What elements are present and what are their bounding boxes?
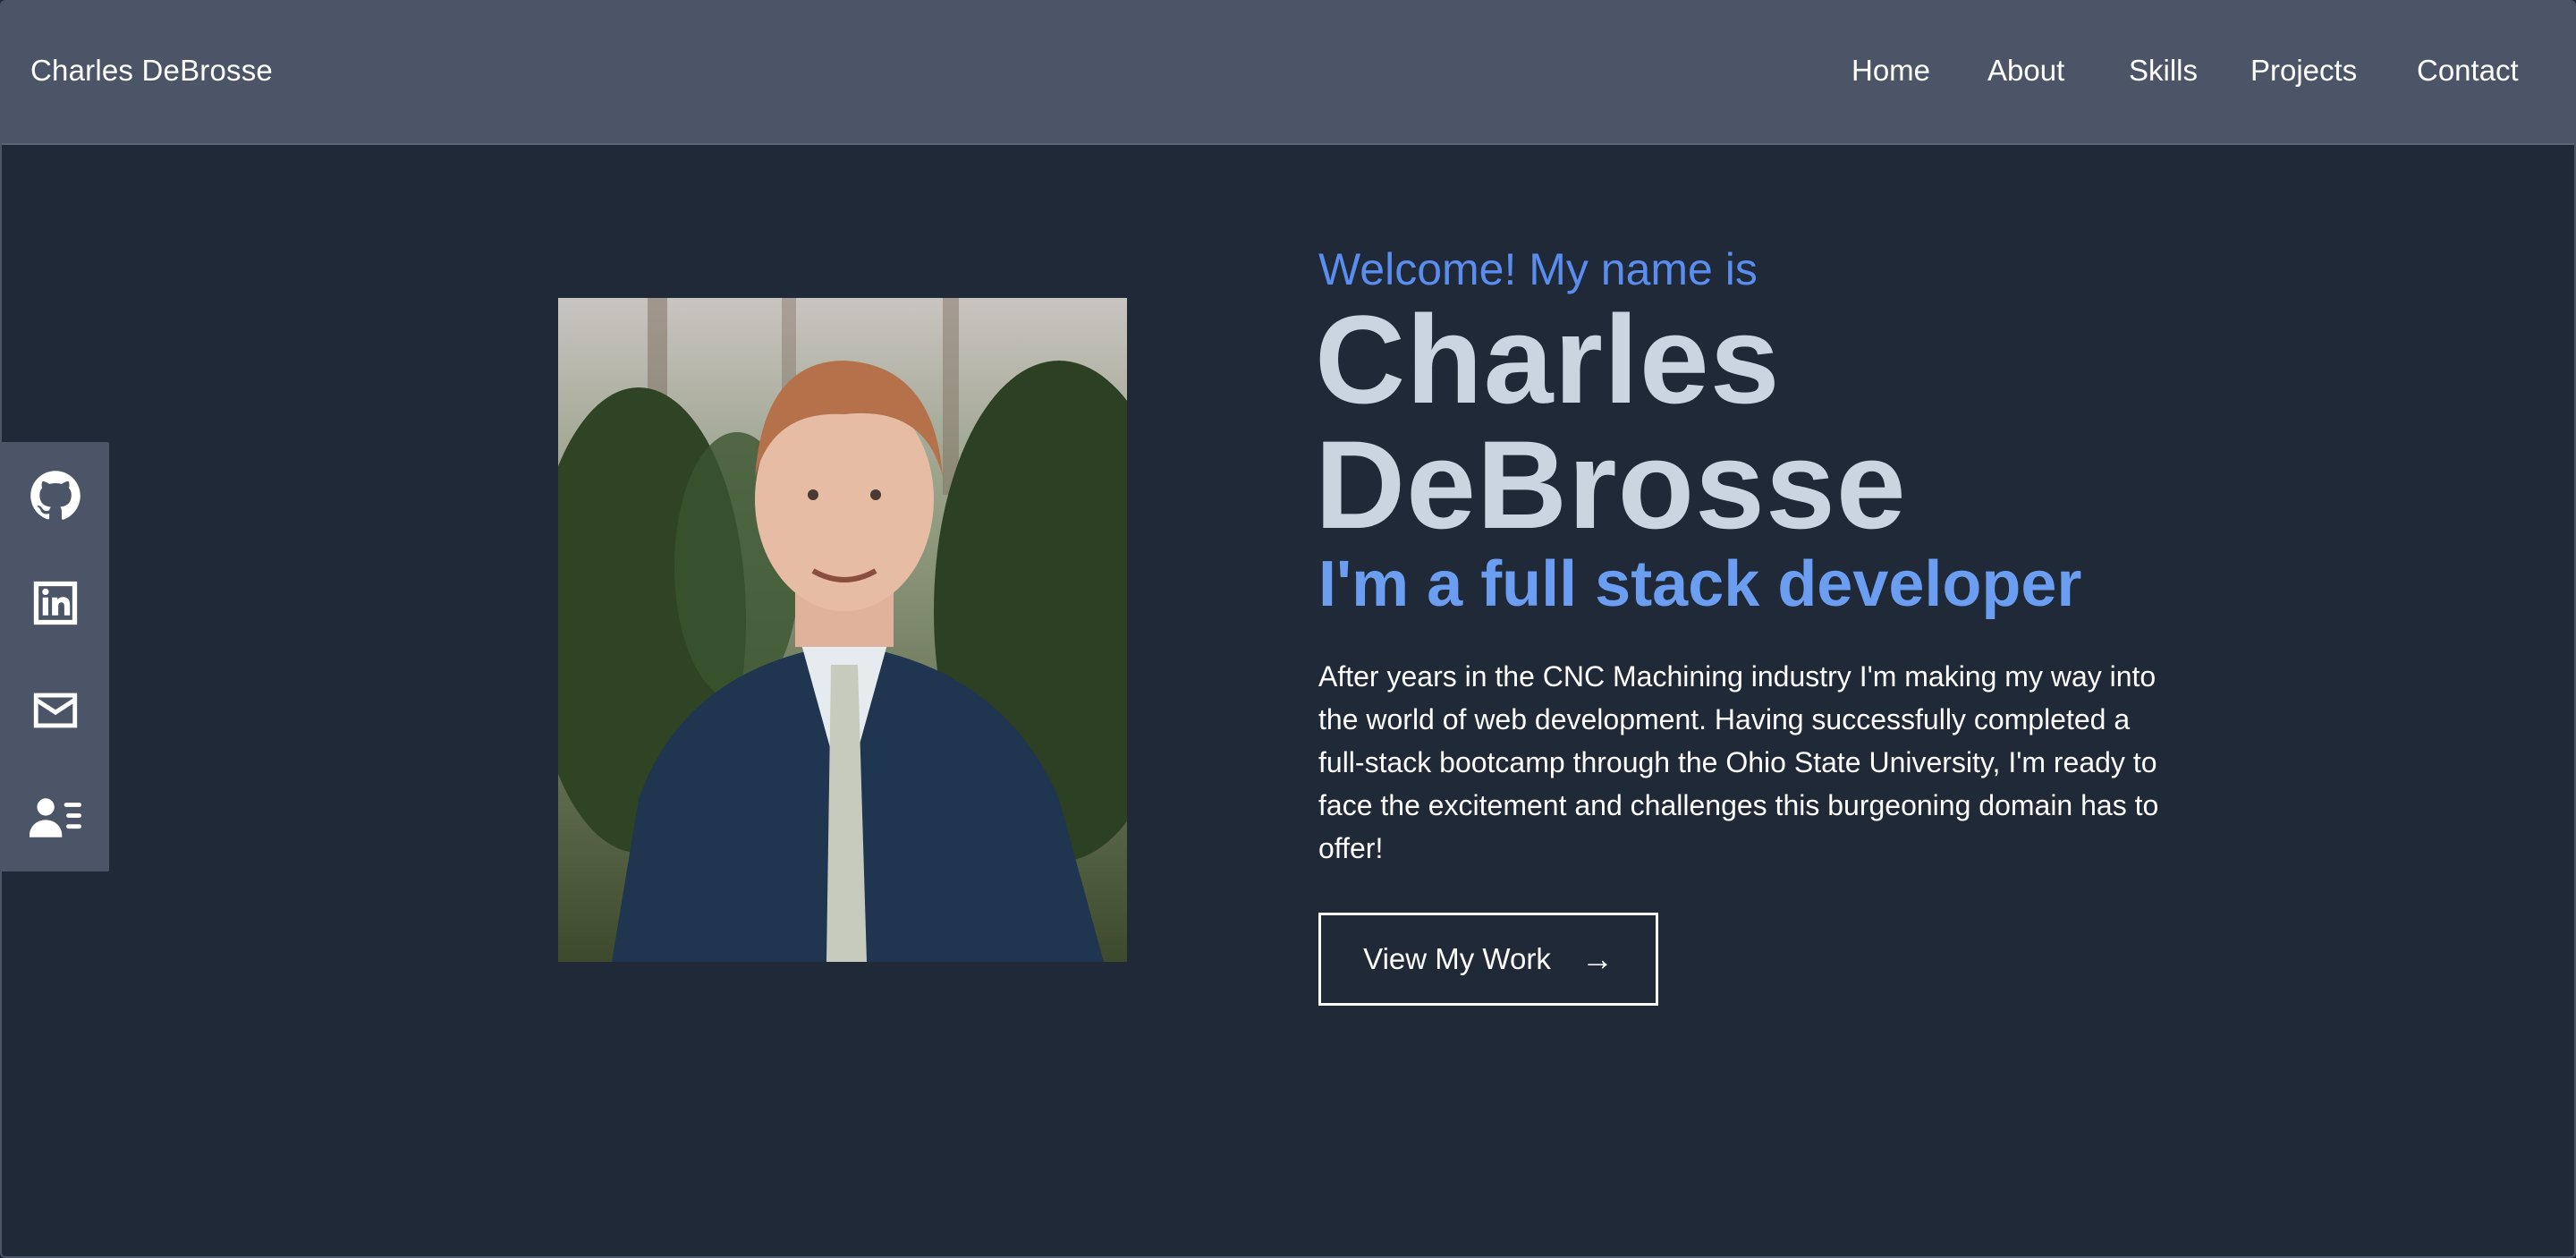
- view-my-work-button[interactable]: View My Work →: [1318, 913, 1658, 1006]
- bio-paragraph: After years in the CNC Machining industr…: [1318, 660, 2159, 864]
- email-icon: [33, 693, 78, 728]
- hero-name: Charles DeBrosse: [1315, 297, 1907, 548]
- linkedin-icon: [33, 581, 78, 625]
- nav-contact[interactable]: Contact: [2417, 54, 2519, 88]
- tagline: I'm a full stack developer: [1318, 548, 2082, 620]
- nav-about[interactable]: About: [1987, 54, 2064, 88]
- resume-icon: [30, 798, 81, 837]
- arrow-right-icon: →: [1580, 940, 1614, 977]
- email-link[interactable]: [2, 657, 109, 764]
- hero-name-line-1: Charles: [1315, 289, 1781, 429]
- hero-name-line-2: DeBrosse: [1315, 414, 1907, 555]
- welcome-text: Welcome! My name is: [1318, 244, 1758, 294]
- nav-skills[interactable]: Skills: [2129, 54, 2198, 88]
- nav-projects[interactable]: Projects: [2250, 54, 2357, 88]
- nav-home[interactable]: Home: [1852, 54, 1930, 88]
- github-link[interactable]: [2, 442, 109, 549]
- social-sidebar: [2, 442, 109, 871]
- view-my-work-label: View My Work: [1363, 942, 1551, 975]
- github-icon: [30, 471, 80, 520]
- profile-photo: [558, 298, 1127, 962]
- brand-link[interactable]: Charles DeBrosse: [30, 54, 273, 88]
- resume-link[interactable]: [2, 764, 109, 871]
- top-nav-bar: Charles DeBrosse Home About Skills Proje…: [2, 2, 2574, 145]
- profile-photo-illustration: [558, 298, 1127, 962]
- page: Charles DeBrosse Home About Skills Proje…: [0, 0, 2576, 1258]
- linkedin-link[interactable]: [2, 549, 109, 657]
